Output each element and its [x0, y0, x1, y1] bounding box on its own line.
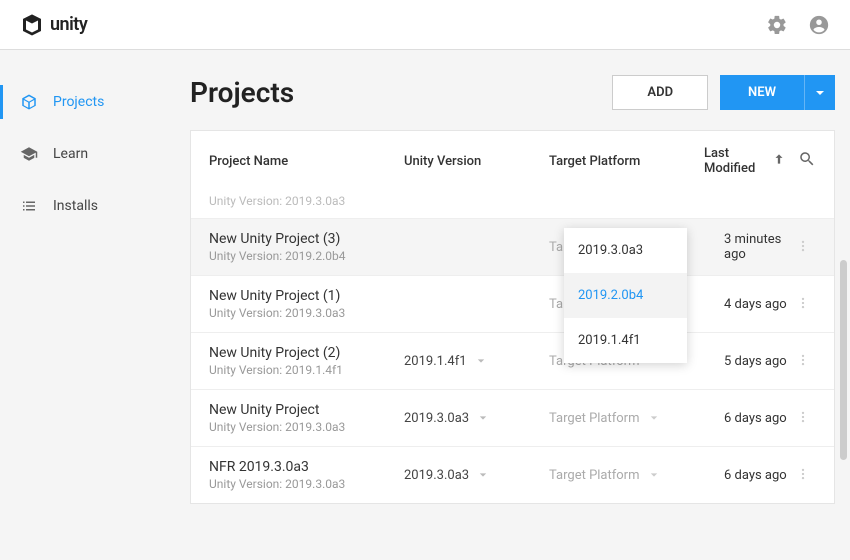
logo: unity: [20, 13, 87, 37]
sidebar-item-label: Installs: [53, 198, 98, 214]
platform-cell[interactable]: Target Platform: [549, 468, 704, 483]
project-name: NFR 2019.3.0a3: [209, 459, 404, 475]
version-cell[interactable]: 2019.3.0a3: [404, 411, 549, 426]
account-icon[interactable]: [808, 14, 830, 36]
col-target-platform[interactable]: Target Platform: [549, 154, 704, 169]
col-search: [786, 150, 816, 172]
version-dropdown: 2019.3.0a3 2019.2.0b4 2019.1.4f1: [564, 228, 687, 363]
col-unity-version[interactable]: Unity Version: [404, 154, 549, 169]
version-option[interactable]: 2019.1.4f1: [564, 318, 687, 363]
modified-cell: 5 days ago: [704, 354, 796, 369]
project-name: New Unity Project (3): [209, 231, 404, 247]
sidebar-item-projects[interactable]: Projects: [0, 85, 170, 119]
scrollbar-thumb[interactable]: [840, 260, 847, 460]
project-name-cell: New Unity Project (2) Unity Version: 2019…: [209, 345, 404, 377]
project-name: New Unity Project (1): [209, 288, 404, 304]
project-name-cell: New Unity Project (1) Unity Version: 2019…: [209, 288, 404, 320]
sidebar-item-learn[interactable]: Learn: [0, 137, 170, 171]
app-header: unity: [0, 0, 850, 50]
platform-cell[interactable]: Target Platform: [549, 411, 704, 426]
modified-cell: 6 days ago: [704, 468, 796, 483]
new-button[interactable]: NEW: [720, 75, 804, 110]
sidebar-item-label: Learn: [53, 146, 88, 162]
table-row[interactable]: New Unity Project Unity Version: 2019.3.0…: [191, 389, 834, 446]
version-cell[interactable]: 2019.1.4f1: [404, 354, 549, 369]
modified-cell: 3 minutes ago: [704, 232, 796, 262]
graduation-icon: [20, 145, 38, 163]
row-menu[interactable]: [796, 295, 816, 314]
col-project-name[interactable]: Project Name: [209, 154, 404, 169]
col-last-modified[interactable]: Last Modified: [704, 146, 786, 176]
search-icon[interactable]: [798, 150, 816, 168]
modified-cell: 6 days ago: [704, 411, 796, 426]
project-subtitle: Unity Version: 2019.3.0a3: [209, 306, 404, 320]
column-headers: Project Name Unity Version Target Platfo…: [191, 131, 834, 191]
partial-row: Unity Version: 2019.3.0a3: [191, 191, 834, 218]
project-subtitle: Unity Version: 2019.3.0a3: [209, 477, 404, 491]
add-button[interactable]: ADD: [612, 75, 708, 110]
main-content: Projects ADD NEW Project Name Unity Vers…: [170, 50, 850, 530]
projects-panel: Project Name Unity Version Target Platfo…: [190, 130, 835, 504]
table-row[interactable]: New Unity Project (3) Unity Version: 2019…: [191, 218, 834, 275]
modified-cell: 4 days ago: [704, 297, 796, 312]
sort-asc-icon: [772, 152, 786, 170]
sidebar: Projects Learn Installs: [0, 50, 170, 530]
row-menu[interactable]: [796, 409, 816, 428]
chevron-down-icon: [815, 88, 825, 98]
project-name: New Unity Project: [209, 402, 404, 418]
project-name-cell: New Unity Project (3) Unity Version: 2019…: [209, 231, 404, 263]
list-icon: [20, 197, 38, 215]
project-name-cell: NFR 2019.3.0a3 Unity Version: 2019.3.0a3: [209, 459, 404, 491]
project-rows: Unity Version: 2019.3.0a3 New Unity Proj…: [191, 191, 834, 503]
row-menu[interactable]: [796, 238, 816, 257]
new-dropdown-button[interactable]: [804, 75, 835, 110]
version-option[interactable]: 2019.2.0b4: [564, 273, 687, 318]
header-actions: [766, 14, 830, 36]
project-name-cell: New Unity Project Unity Version: 2019.3.0…: [209, 402, 404, 434]
row-menu[interactable]: [796, 352, 816, 371]
version-cell[interactable]: 2019.3.0a3: [404, 468, 549, 483]
brand-text: unity: [50, 14, 87, 35]
project-name: New Unity Project (2): [209, 345, 404, 361]
project-subtitle: Unity Version: 2019.1.4f1: [209, 363, 404, 377]
page-actions: ADD NEW: [612, 75, 835, 110]
project-subtitle: Unity Version: 2019.2.0b4: [209, 249, 404, 263]
table-row[interactable]: New Unity Project (1) Unity Version: 2019…: [191, 275, 834, 332]
sidebar-item-label: Projects: [53, 94, 104, 110]
project-subtitle: Unity Version: 2019.3.0a3: [209, 420, 404, 434]
unity-logo-icon: [20, 13, 44, 37]
version-option[interactable]: 2019.3.0a3: [564, 228, 687, 273]
sidebar-item-installs[interactable]: Installs: [0, 189, 170, 223]
scrollbar[interactable]: [840, 260, 847, 560]
table-row[interactable]: NFR 2019.3.0a3 Unity Version: 2019.3.0a32…: [191, 446, 834, 503]
row-menu[interactable]: [796, 466, 816, 485]
page-title: Projects: [190, 76, 294, 109]
cube-icon: [20, 93, 38, 111]
gear-icon[interactable]: [766, 14, 788, 36]
table-row[interactable]: New Unity Project (2) Unity Version: 2019…: [191, 332, 834, 389]
